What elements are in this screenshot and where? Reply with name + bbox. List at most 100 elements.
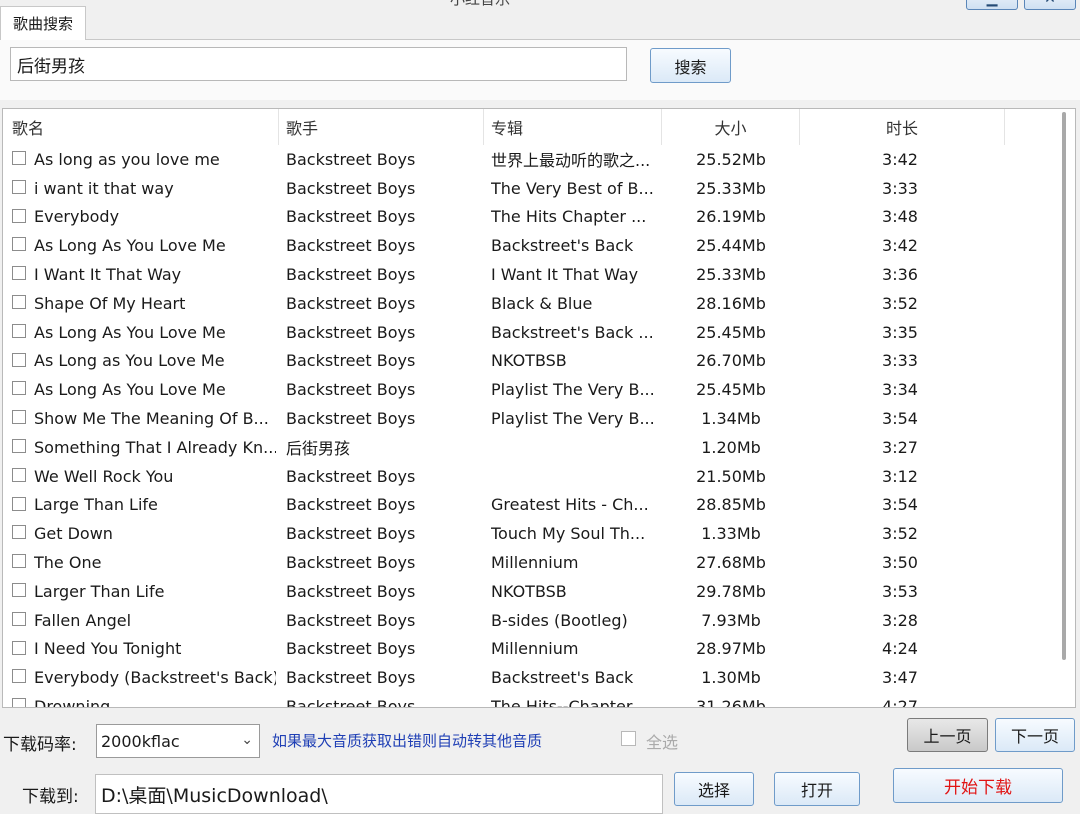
column-header-duration[interactable]: 时长 xyxy=(800,109,1005,145)
song-size: 1.34Mb xyxy=(701,409,761,429)
tab-song-search[interactable]: 歌曲搜索 xyxy=(0,6,86,40)
song-artist: Backstreet Boys xyxy=(286,380,416,400)
song-size: 27.68Mb xyxy=(696,553,766,573)
song-size: 28.16Mb xyxy=(696,293,766,313)
row-checkbox[interactable] xyxy=(12,525,26,540)
song-artist: Backstreet Boys xyxy=(286,322,416,342)
table-row[interactable]: Larger Than Life Backstreet Boys NKOTBSB 29… xyxy=(3,577,1075,606)
column-header-size[interactable]: 大小 xyxy=(662,109,800,145)
row-checkbox[interactable] xyxy=(12,582,26,597)
download-path-field[interactable]: D:\桌面\MusicDownload\ xyxy=(95,774,663,814)
table-row[interactable]: Everybody Backstreet Boys The Hits Chapter… xyxy=(3,203,1075,232)
search-button[interactable]: 搜索 xyxy=(650,48,731,83)
column-header-artist[interactable]: 歌手 xyxy=(279,109,484,145)
bitrate-label: 下载码率: xyxy=(3,735,77,755)
row-checkbox[interactable] xyxy=(12,208,26,223)
song-album: Touch My Soul Th... xyxy=(491,524,646,544)
song-artist: Backstreet Boys xyxy=(286,697,416,708)
minimize-button[interactable]: ▁ xyxy=(966,0,1018,10)
row-checkbox[interactable] xyxy=(12,237,26,252)
table-row[interactable]: As Long As You Love Me Backstreet Boys Pla… xyxy=(3,375,1075,404)
row-checkbox[interactable] xyxy=(12,323,26,338)
row-checkbox[interactable] xyxy=(12,640,26,655)
next-page-button[interactable]: 下一页 xyxy=(995,718,1075,752)
song-name: Large Than Life xyxy=(34,495,158,515)
row-checkbox[interactable] xyxy=(12,151,26,165)
bitrate-select[interactable]: 2000kflac ⌄ xyxy=(96,724,260,758)
table-row[interactable]: i want it that way Backstreet Boys The Ver… xyxy=(3,174,1075,203)
table-row[interactable]: The One Backstreet Boys Millennium 27.68Mb 3… xyxy=(3,548,1075,577)
song-album: Millennium xyxy=(491,639,579,659)
song-album: I Want It That Way xyxy=(491,265,639,285)
table-row[interactable]: I Need You Tonight Backstreet Boys Millenn… xyxy=(3,635,1075,664)
search-input[interactable]: 后街男孩 xyxy=(10,47,627,81)
table-row[interactable]: As long as you love me Backstreet Boys 世界上… xyxy=(3,145,1075,174)
song-size: 21.50Mb xyxy=(696,466,766,486)
prev-page-button[interactable]: 上一页 xyxy=(907,718,988,752)
table-row[interactable]: We Well Rock You Backstreet Boys 21.50Mb 3:… xyxy=(3,462,1075,491)
row-checkbox[interactable] xyxy=(12,496,26,511)
row-checkbox[interactable] xyxy=(12,438,26,453)
select-all-checkbox[interactable] xyxy=(621,731,636,746)
choose-folder-button[interactable]: 选择 xyxy=(674,772,754,806)
song-album: The Hits Chapter ... xyxy=(491,207,647,227)
song-name: Show Me The Meaning Of B... xyxy=(34,409,269,429)
song-name: As long as you love me xyxy=(34,149,220,169)
table-row[interactable]: As Long as You Love Me Backstreet Boys NKO… xyxy=(3,347,1075,376)
open-folder-button[interactable]: 打开 xyxy=(774,772,860,806)
song-size: 1.20Mb xyxy=(701,437,761,457)
song-album: Black & Blue xyxy=(491,293,593,313)
song-album: Playlist The Very B... xyxy=(491,380,655,400)
list-scrollbar[interactable] xyxy=(1058,112,1070,660)
row-checkbox[interactable] xyxy=(12,698,26,707)
row-checkbox[interactable] xyxy=(12,611,26,626)
table-row[interactable]: As Long As You Love Me Backstreet Boys Bac… xyxy=(3,318,1075,347)
song-duration: 3:42 xyxy=(882,149,918,169)
table-row[interactable]: Fallen Angel Backstreet Boys B-sides (Boot… xyxy=(3,606,1075,635)
table-row[interactable]: I Want It That Way Backstreet Boys I Want … xyxy=(3,260,1075,289)
table-row[interactable]: Drowning Backstreet Boys The Hits--Chapter… xyxy=(3,692,1075,708)
row-checkbox[interactable] xyxy=(12,294,26,309)
song-name: Larger Than Life xyxy=(34,581,165,601)
row-checkbox[interactable] xyxy=(12,266,26,281)
column-header-album[interactable]: 专辑 xyxy=(484,109,662,145)
song-duration: 3:28 xyxy=(882,610,918,630)
song-artist: Backstreet Boys xyxy=(286,207,416,227)
table-row[interactable]: Get Down Backstreet Boys Touch My Soul Th.… xyxy=(3,519,1075,548)
row-checkbox[interactable] xyxy=(12,554,26,569)
song-album xyxy=(491,462,659,491)
start-download-button[interactable]: 开始下载 xyxy=(893,768,1063,803)
table-row[interactable]: Large Than Life Backstreet Boys Greatest H… xyxy=(3,491,1075,520)
row-checkbox[interactable] xyxy=(12,669,26,684)
table-row[interactable]: Shape Of My Heart Backstreet Boys Black & … xyxy=(3,289,1075,318)
download-to-label: 下载到: xyxy=(22,787,79,807)
row-checkbox[interactable] xyxy=(12,352,26,367)
table-row[interactable]: Everybody (Backstreet's Back) Backstreet … xyxy=(3,663,1075,692)
row-checkbox[interactable] xyxy=(12,381,26,396)
column-header-name[interactable]: 歌名 xyxy=(3,109,279,145)
song-duration: 3:47 xyxy=(882,668,918,688)
song-artist: 后街男孩 xyxy=(286,439,351,459)
close-icon: ✕ xyxy=(1044,0,1056,7)
row-checkbox[interactable] xyxy=(12,410,26,425)
minimize-icon: ▁ xyxy=(987,0,998,7)
song-name: I Want It That Way xyxy=(34,265,182,285)
song-size: 7.93Mb xyxy=(701,610,761,630)
song-name: As Long As You Love Me xyxy=(34,380,226,400)
bitrate-hint: 如果最大音质获取出错则自动转其他音质 xyxy=(272,732,543,750)
table-row[interactable]: Something That I Already Kn... 后街男孩 1.20Mb… xyxy=(3,433,1075,462)
song-artist: Backstreet Boys xyxy=(286,149,416,169)
song-name: We Well Rock You xyxy=(34,466,174,486)
close-button[interactable]: ✕ xyxy=(1024,0,1076,10)
table-row[interactable]: Show Me The Meaning Of B... Backstreet Bo… xyxy=(3,404,1075,433)
song-size: 28.97Mb xyxy=(696,639,766,659)
song-duration: 3:34 xyxy=(882,380,918,400)
row-checkbox[interactable] xyxy=(12,179,26,194)
song-duration: 3:54 xyxy=(882,495,918,515)
song-name: Shape Of My Heart xyxy=(34,293,186,313)
row-checkbox[interactable] xyxy=(12,467,26,482)
song-size: 1.30Mb xyxy=(701,668,761,688)
table-row[interactable]: As Long As You Love Me Backstreet Boys Bac… xyxy=(3,231,1075,260)
scrollbar-thumb[interactable] xyxy=(1062,112,1066,660)
window-title: 小红音乐 xyxy=(420,0,540,9)
